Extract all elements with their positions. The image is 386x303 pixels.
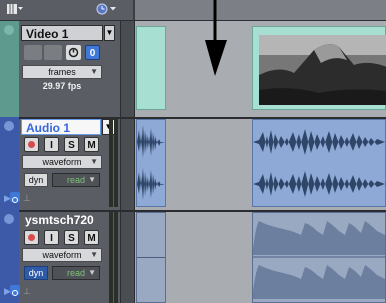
audio1-short-waveform xyxy=(137,125,165,200)
audio1-level-meter-right xyxy=(114,119,118,207)
ysmtsch720-track-name[interactable]: ysmtsch720 xyxy=(21,212,111,228)
audio1-automation-mode[interactable]: read ▼ xyxy=(52,173,100,187)
edit-window-header xyxy=(0,0,386,21)
video-clip-main[interactable] xyxy=(252,26,386,110)
audio1-view-label: waveform xyxy=(42,157,82,167)
ysmtsch720-automation-label: dyn xyxy=(28,268,44,278)
video-track-name-dropdown[interactable]: ▼ xyxy=(104,25,115,41)
ysmtsch720-track-collapse[interactable] xyxy=(4,214,14,224)
audio1-automation-mode-label: read xyxy=(66,175,85,185)
audio1-record-button[interactable] xyxy=(24,137,39,152)
video-view-label: frames xyxy=(48,67,76,77)
monitor-icon xyxy=(12,197,18,203)
ysmtsch720-mute-button[interactable]: M xyxy=(84,230,99,245)
record-icon xyxy=(28,141,35,148)
audio1-main-waveform xyxy=(253,129,385,197)
audio1-track-collapse[interactable] xyxy=(4,121,14,131)
audio1-solo-button[interactable]: S xyxy=(64,137,79,152)
video-view-selector[interactable]: frames ▼ xyxy=(22,65,102,79)
ysmtsch720-automation-mode[interactable]: read ▼ xyxy=(52,266,100,280)
audio1-clip-short[interactable] xyxy=(136,119,166,207)
ysmtsch720-clip-main[interactable] xyxy=(252,212,386,303)
ysmtsch720-main-waveform xyxy=(253,221,385,299)
ysmtsch720-short-channel-divider xyxy=(137,257,165,258)
pro-tools-edit-window: Video 1 ▼ 0 frames ▼ 29.97 fps Audio 1 I… xyxy=(0,0,386,303)
audio1-automation-label: dyn xyxy=(28,175,44,185)
video-track-header: Video 1 ▼ 0 frames ▼ 29.97 fps xyxy=(0,21,120,117)
audio1-mute-button[interactable]: M xyxy=(84,137,99,152)
monitor-icon xyxy=(12,290,18,296)
track-list-menu[interactable] xyxy=(6,3,24,17)
video-solo-placeholder xyxy=(44,45,62,60)
video-clip-short[interactable] xyxy=(136,26,166,110)
audio1-level-meter-left xyxy=(109,119,113,207)
ysmtsch720-input-button[interactable]: I xyxy=(44,230,59,245)
online-icon xyxy=(68,47,79,58)
ysmtsch720-track-header: ysmtsch720 I S M waveform ▼ dyn read ▼ ▶ xyxy=(0,210,120,303)
video-track-collapse[interactable] xyxy=(4,25,14,35)
video-track: Video 1 ▼ 0 frames ▼ 29.97 fps xyxy=(0,21,386,119)
ysmtsch720-lock-icon: ⊥ xyxy=(23,286,31,296)
audio1-input-button[interactable]: I xyxy=(44,137,59,152)
video-frame-rate: 29.97 fps xyxy=(42,81,82,91)
ysmtsch720-view-label: waveform xyxy=(42,250,82,260)
video-track-name[interactable]: Video 1 xyxy=(21,25,103,41)
ysmtsch720-automation-mode-label: read xyxy=(66,268,85,278)
audio1-input-monitor-button[interactable] xyxy=(10,192,20,203)
ysmtsch720-view-selector[interactable]: waveform ▼ xyxy=(22,248,102,262)
video-online-button[interactable] xyxy=(66,45,81,60)
track-list-icon xyxy=(7,4,23,14)
audio1-clip-main[interactable] xyxy=(252,119,386,207)
ysmtsch720-solo-button[interactable]: S xyxy=(64,230,79,245)
timeline-ruler[interactable] xyxy=(135,0,386,20)
timebase-selector[interactable] xyxy=(96,3,120,17)
ysmtsch720-clip-short[interactable] xyxy=(136,212,166,303)
ysmtsch720-input-monitor-button[interactable] xyxy=(10,285,20,296)
audio1-automation-view[interactable]: dyn xyxy=(24,173,48,187)
audio1-view-selector[interactable]: waveform ▼ xyxy=(22,155,102,169)
video-online-toggle[interactable]: 0 xyxy=(85,45,100,60)
ysmtsch720-record-button[interactable] xyxy=(24,230,39,245)
clock-icon xyxy=(96,3,116,15)
audio1-lock-icon: ⊥ xyxy=(23,193,31,203)
ysmtsch720-level-meter-left xyxy=(109,212,113,303)
audio1-track-name[interactable]: Audio 1 xyxy=(21,119,101,135)
ysmtsch720-track: ysmtsch720 I S M waveform ▼ dyn read ▼ ▶ xyxy=(0,210,386,303)
video-record-button[interactable] xyxy=(24,45,42,60)
audio1-track-header: Audio 1 ▼ I S M waveform ▼ dyn read ▼ ▶ xyxy=(0,117,120,210)
audio1-track: Audio 1 ▼ I S M waveform ▼ dyn read ▼ ▶ xyxy=(0,117,386,212)
ysmtsch720-automation-view[interactable]: dyn xyxy=(24,266,48,280)
video-track-color-stripe xyxy=(0,21,19,117)
video-frame-thumbnail xyxy=(259,35,386,105)
ysmtsch720-level-meter-right xyxy=(114,212,118,303)
record-icon xyxy=(28,234,35,241)
